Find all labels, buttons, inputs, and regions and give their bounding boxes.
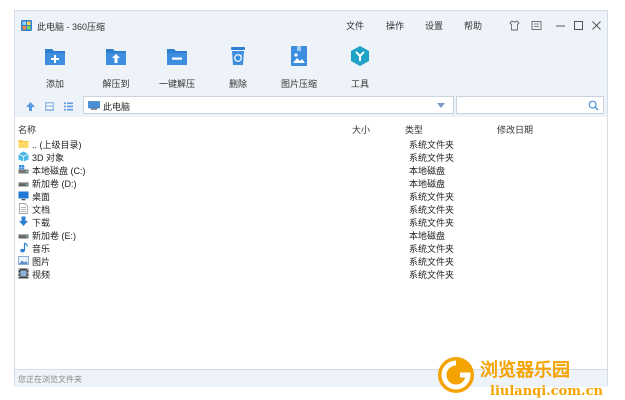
watermark-logo: 浏览器乐园 liulanqi.com.cn bbox=[438, 357, 603, 399]
tools-icon bbox=[351, 46, 369, 66]
window-title: 此电脑 - 360压缩 bbox=[37, 22, 106, 32]
delete-button[interactable]: 删除 bbox=[208, 45, 268, 90]
column-modified[interactable]: 修改日期 bbox=[497, 123, 533, 136]
image-compress-button[interactable]: 图片压缩 bbox=[269, 45, 329, 90]
file-type: 系统文件夹 bbox=[409, 270, 455, 280]
search-input[interactable] bbox=[456, 96, 604, 114]
column-size[interactable]: 大小 bbox=[352, 123, 370, 136]
app-logo-icon bbox=[21, 20, 32, 31]
list-item[interactable]: 音乐 系统文件夹 bbox=[15, 241, 607, 254]
image-compress-label: 图片压缩 bbox=[280, 79, 317, 89]
one-click-extract-button[interactable]: 一键解压 bbox=[147, 45, 207, 90]
status-text: 您正在浏览文件夹 bbox=[18, 375, 82, 384]
list-item[interactable]: 新加卷 (E:) 本地磁盘 bbox=[15, 228, 607, 241]
one-click-extract-icon bbox=[167, 49, 187, 65]
file-list-header: 名称 大小 类型 修改日期 bbox=[15, 121, 607, 135]
list-item[interactable]: 文档 系统文件夹 bbox=[15, 202, 607, 215]
menu-operation[interactable]: 操作 bbox=[386, 19, 404, 32]
computer-icon bbox=[88, 101, 100, 110]
list-item[interactable]: 本地磁盘 (C:) 本地磁盘 bbox=[15, 163, 607, 176]
close-icon[interactable] bbox=[589, 18, 603, 32]
videos-icon bbox=[18, 268, 29, 279]
address-bar[interactable]: 此电脑 bbox=[83, 96, 454, 114]
pictures-icon bbox=[18, 256, 29, 265]
maximize-icon[interactable] bbox=[571, 18, 585, 32]
add-label: 添加 bbox=[45, 79, 64, 89]
thumbnail-view-icon[interactable] bbox=[44, 101, 55, 112]
address-path: 此电脑 bbox=[103, 102, 131, 112]
menu-help[interactable]: 帮助 bbox=[464, 19, 482, 32]
column-type[interactable]: 类型 bbox=[405, 123, 423, 136]
address-dropdown-icon[interactable] bbox=[437, 103, 445, 108]
tools-button[interactable]: 工具 bbox=[330, 45, 390, 90]
extract-to-label: 解压到 bbox=[102, 79, 130, 89]
3d-objects-icon bbox=[18, 151, 29, 162]
extract-to-icon bbox=[106, 49, 126, 65]
delete-label: 删除 bbox=[228, 79, 247, 89]
tools-label: 工具 bbox=[350, 79, 369, 89]
delete-icon bbox=[231, 47, 245, 65]
downloads-icon bbox=[19, 216, 28, 226]
one-click-extract-label: 一键解压 bbox=[158, 79, 195, 89]
navigation-bar: 此电脑 bbox=[15, 95, 607, 117]
add-icon bbox=[45, 49, 65, 65]
list-item[interactable]: 下载 系统文件夹 bbox=[15, 215, 607, 228]
add-button[interactable]: 添加 bbox=[25, 45, 85, 90]
watermark-url: liulanqi.com.cn bbox=[490, 384, 603, 399]
list-item[interactable]: 3D 对象 系统文件夹 bbox=[15, 150, 607, 163]
system-drive-icon bbox=[18, 165, 29, 174]
extract-to-button[interactable]: 解压到 bbox=[86, 45, 146, 90]
search-icon[interactable] bbox=[588, 100, 599, 111]
drive-icon bbox=[18, 182, 29, 187]
skin-icon[interactable] bbox=[507, 18, 521, 32]
music-icon bbox=[20, 242, 29, 253]
toolbar: 添加 解压到 一键解压 删除 图片压缩 工具 bbox=[15, 41, 607, 95]
list-item[interactable]: 桌面 系统文件夹 bbox=[15, 189, 607, 202]
app-window: 此电脑 - 360压缩 文件 操作 设置 帮助 添加 解压到 一键解压 删除 图… bbox=[14, 10, 608, 387]
file-name: 视频 bbox=[32, 270, 51, 280]
drive-icon bbox=[18, 234, 29, 239]
menu-settings[interactable]: 设置 bbox=[425, 19, 443, 32]
minimize-icon[interactable] bbox=[553, 18, 567, 32]
documents-icon bbox=[19, 203, 28, 214]
message-icon[interactable] bbox=[529, 18, 543, 32]
image-compress-icon bbox=[291, 46, 307, 66]
list-item[interactable]: 视频 系统文件夹 bbox=[15, 267, 607, 280]
watermark-title: 浏览器乐园 bbox=[480, 359, 570, 381]
desktop-icon bbox=[18, 191, 29, 201]
list-item[interactable]: 新加卷 (D:) 本地磁盘 bbox=[15, 176, 607, 189]
folder-icon bbox=[18, 140, 29, 148]
column-name[interactable]: 名称 bbox=[18, 123, 36, 136]
list-item[interactable]: 图片 系统文件夹 bbox=[15, 254, 607, 267]
menu-file[interactable]: 文件 bbox=[346, 19, 364, 32]
up-arrow-icon[interactable] bbox=[25, 101, 36, 112]
list-view-icon[interactable] bbox=[63, 101, 74, 112]
list-item[interactable]: .. (上级目录) 系统文件夹 bbox=[15, 137, 607, 150]
title-bar: 此电脑 - 360压缩 文件 操作 设置 帮助 bbox=[15, 11, 607, 41]
